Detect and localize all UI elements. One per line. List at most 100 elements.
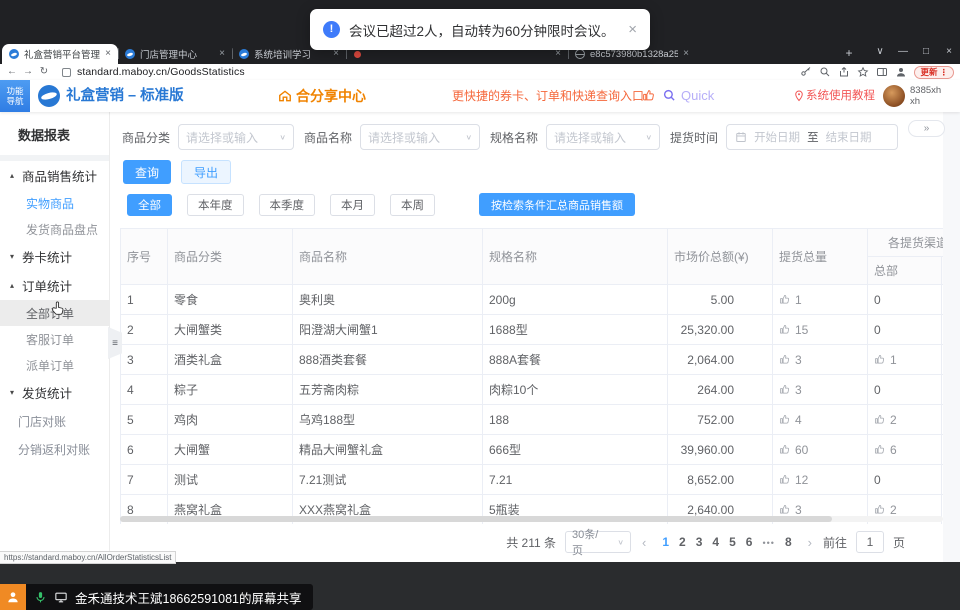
zoom-icon[interactable]	[819, 66, 831, 78]
spec-name-select[interactable]: 请选择或输入∨	[546, 124, 660, 150]
sidebar-item-dispatch-orders[interactable]: 派单订单	[0, 352, 109, 378]
sidebar-item-service-orders[interactable]: 客服订单	[0, 326, 109, 352]
tab-close-icon[interactable]: ×	[105, 49, 111, 59]
profile-icon[interactable]	[895, 66, 907, 78]
page-number[interactable]: 8	[780, 535, 797, 549]
cell-price: 39,960.00	[668, 435, 773, 465]
range-tab-本月[interactable]: 本月	[330, 194, 375, 216]
range-tab-本季度[interactable]: 本季度	[259, 194, 316, 216]
cell-hq-content: 2	[874, 413, 941, 427]
table-row[interactable]: 2大闸蟹类阳澄湖大闸蟹11688型25,320.00 1500	[121, 315, 944, 345]
cell-pickup-total: 3	[773, 375, 868, 405]
table-row[interactable]: 7测试7.21测试7.218,652.00 1200	[121, 465, 944, 495]
bookmark-star-icon[interactable]	[857, 66, 869, 78]
sidebar-item-store-reconciliation[interactable]: 门店对账	[0, 407, 109, 435]
new-tab-button[interactable]: +	[841, 46, 857, 62]
tab-close-icon[interactable]: ×	[219, 49, 225, 59]
horizontal-scrollbar-thumb[interactable]	[120, 516, 832, 522]
username-sub: xh	[910, 96, 941, 107]
page-number[interactable]: 3	[691, 535, 708, 549]
page-number[interactable]: 1	[657, 535, 674, 549]
column-header: 提货总量	[773, 229, 868, 285]
reload-button[interactable]: ↻	[36, 64, 52, 80]
url-text[interactable]: standard.maboy.cn/GoodsStatistics	[77, 66, 245, 78]
sidebar-item-order-stats[interactable]: ▴订单统计	[0, 271, 109, 300]
goto-page-input[interactable]	[856, 531, 884, 553]
product-name-select[interactable]: 请选择或输入∨	[360, 124, 480, 150]
tab-close-icon[interactable]: ×	[683, 49, 689, 59]
horizontal-scrollbar-track[interactable]	[120, 516, 943, 522]
password-key-icon[interactable]	[800, 66, 812, 78]
share-icon[interactable]	[838, 66, 850, 78]
site-info-icon[interactable]	[62, 68, 71, 77]
tab-search-chevron-icon[interactable]: ∨	[873, 42, 887, 62]
sidebar-item-distribution-rebate-reconciliation[interactable]: 分销返利对账	[0, 435, 109, 463]
page-number[interactable]: 4	[707, 535, 724, 549]
quick-label[interactable]: Quick	[681, 80, 714, 112]
tab-close-icon[interactable]: ×	[333, 49, 339, 59]
range-tab-本年度[interactable]: 本年度	[187, 194, 244, 216]
status-link-tooltip: https://standard.maboy.cn/AllOrderStatis…	[0, 551, 176, 564]
app-logo	[38, 85, 60, 107]
back-button[interactable]: ←	[4, 64, 20, 80]
product-category-select[interactable]: 请选择或输入∨	[178, 124, 294, 150]
page-number[interactable]: 5	[724, 535, 741, 549]
sidebar-item-label: 实物商品	[26, 195, 74, 212]
cell-pickup-total-value: 4	[795, 413, 802, 427]
browser-tab[interactable]: 礼盒营销平台管理中心×	[2, 44, 118, 64]
window-maximize-button[interactable]: □	[919, 42, 933, 62]
browser-menu-icon[interactable]: ⋮	[940, 67, 949, 78]
window-minimize-button[interactable]: —	[896, 42, 910, 62]
prev-page-button[interactable]: ‹	[640, 535, 648, 550]
range-tab-全部[interactable]: 全部	[127, 194, 172, 216]
cell-hq: 0	[868, 375, 942, 405]
brand-title: 礼盒营销 – 标准版	[66, 80, 184, 112]
date-range-input[interactable]: 开始日期至结束日期	[726, 124, 898, 150]
window-close-button[interactable]: ×	[942, 42, 956, 62]
app-header: 功能 导航 礼盒营销 – 标准版 合分享中心 更快捷的券卡、订单和快递查询入口 …	[0, 80, 960, 112]
share-center-link[interactable]: 合分享中心	[278, 80, 366, 112]
page-size-select[interactable]: 30条/页 ∨	[565, 531, 631, 553]
sidebar-item-coupon-card-stats[interactable]: ▾券卡统计	[0, 242, 109, 271]
table-row[interactable]: 4粽子五芳斋肉粽肉粽10个264.00 300	[121, 375, 944, 405]
side-panel-icon[interactable]	[876, 66, 888, 78]
sidebar-item-shipping-stats[interactable]: ▾发货统计	[0, 378, 109, 407]
sidebar-item-physical-goods[interactable]: 实物商品	[0, 190, 109, 216]
cell-price: 25,320.00	[668, 315, 773, 345]
query-button[interactable]: 查询	[123, 160, 171, 184]
update-button[interactable]: 更新 ⋮	[914, 66, 954, 79]
forward-button[interactable]: →	[20, 64, 36, 80]
table-row[interactable]: 3酒类礼盒888酒类套餐888A套餐2,064.00 3 1	[121, 345, 944, 375]
page-number[interactable]: 2	[674, 535, 691, 549]
quick-search-icon[interactable]	[663, 89, 676, 102]
range-tab-本周[interactable]: 本周	[390, 194, 435, 216]
tab-close-icon[interactable]: ×	[555, 49, 561, 59]
user-avatar[interactable]	[883, 85, 905, 107]
table-row[interactable]: 5鸡肉乌鸡188型188752.00 4 20	[121, 405, 944, 435]
cell-name: 阳澄湖大闸蟹1	[293, 315, 483, 345]
next-page-button[interactable]: ›	[806, 535, 814, 550]
page-number[interactable]: 6	[741, 535, 758, 549]
share-pill[interactable]: 金禾通技术王斌18662591081的屏幕共享	[26, 584, 313, 610]
browser-tab[interactable]: 门店管理中心×	[118, 44, 232, 64]
function-nav-toggle[interactable]: 功能 导航	[0, 80, 30, 112]
chevron-down-icon: ∨	[279, 133, 286, 142]
tutorial-link[interactable]: 系统使用教程	[806, 80, 875, 112]
cell-category: 零食	[168, 285, 293, 315]
cell-hq-content: 2	[874, 503, 941, 517]
sidebar-item-goods-sales-stats[interactable]: ▴商品销售统计	[0, 161, 109, 190]
sidebar-item-shipment-goods-inventory[interactable]: 发货商品盘点	[0, 216, 109, 242]
filter-expand-button[interactable]: »	[908, 120, 945, 137]
table-row[interactable]: 6大闸蟹精品大闸蟹礼盒666型39,960.00 60 60	[121, 435, 944, 465]
export-button[interactable]: 导出	[181, 160, 231, 184]
page-ellipsis: •••	[757, 538, 779, 548]
cell-seq: 2	[121, 315, 168, 345]
pickup-quantity-icon	[779, 474, 790, 485]
table-row[interactable]: 1零食奥利奥200g5.00 100	[121, 285, 944, 315]
toast-close-icon[interactable]: ×	[628, 21, 637, 38]
microphone-icon	[34, 591, 47, 604]
update-label: 更新	[920, 66, 937, 78]
cell-category: 测试	[168, 465, 293, 495]
page-suffix: 页	[893, 534, 905, 551]
summary-button[interactable]: 按检索条件汇总商品销售额	[479, 193, 635, 216]
